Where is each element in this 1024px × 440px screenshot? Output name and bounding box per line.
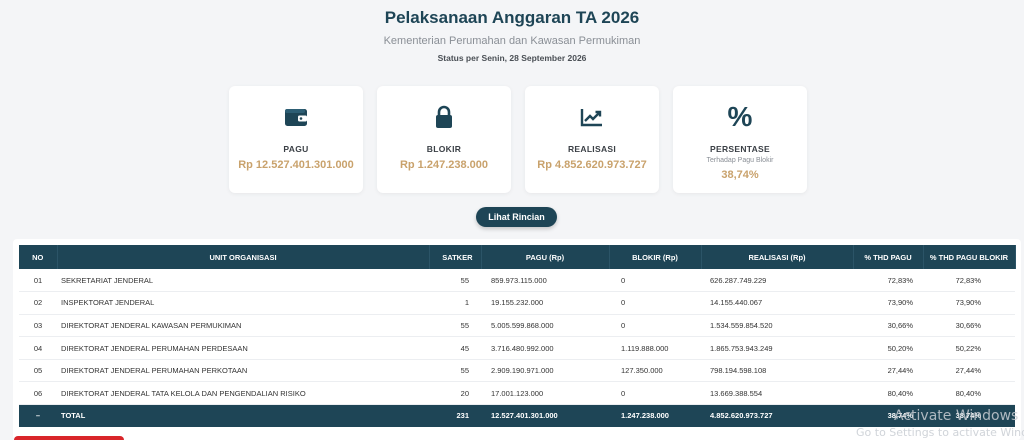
- cell-unit: SEKRETARIAT JENDERAL: [57, 269, 429, 293]
- chart-line-icon: [580, 104, 604, 130]
- cell-pagu: 5.005.599.868.000: [481, 314, 609, 338]
- cell-pct-pagu: 72,83%: [853, 269, 923, 293]
- cell-pct-pagu: 30,66%: [853, 314, 923, 338]
- table-row[interactable]: 03 DIREKTORAT JENDERAL KAWASAN PERMUKIMAN…: [19, 314, 1015, 338]
- header-pct-pagu[interactable]: % THD PAGU: [853, 245, 924, 269]
- wallet-icon: [284, 104, 308, 130]
- cell-pct-pagu-blokir: 80,40%: [923, 381, 1015, 406]
- header-pagu[interactable]: PAGU (Rp): [481, 245, 610, 269]
- total-label: TOTAL: [57, 404, 429, 427]
- card-value: Rp 4.852.620.973.727: [537, 159, 647, 171]
- table-header-row: NO UNIT ORGANISASI SATKER PAGU (Rp) BLOK…: [19, 245, 1016, 269]
- cell-pct-pagu: 73,90%: [853, 291, 923, 315]
- header-no[interactable]: NO: [19, 245, 58, 269]
- cell-blokir: 1.119.888.000: [609, 336, 701, 360]
- card-realisasi: REALISASI Rp 4.852.620.973.727: [525, 86, 659, 193]
- cell-no: 01: [19, 269, 57, 293]
- total-realisasi: 4.852.620.973.727: [701, 404, 853, 427]
- header-realisasi[interactable]: REALISASI (Rp): [701, 245, 854, 269]
- summary-cards: PAGU Rp 12.527.401.301.000 BLOKIR Rp 1.2…: [229, 86, 807, 193]
- cell-pagu: 2.909.190.971.000: [481, 359, 609, 383]
- cell-pct-pagu-blokir: 72,83%: [923, 269, 1015, 293]
- card-blokir: BLOKIR Rp 1.247.238.000: [377, 86, 511, 193]
- cell-pct-pagu-blokir: 50,22%: [923, 336, 1015, 360]
- cell-no: 03: [19, 314, 57, 338]
- card-pagu: PAGU Rp 12.527.401.301.000: [229, 86, 363, 193]
- total-blokir: 1.247.238.000: [609, 404, 701, 427]
- card-persentase: % PERSENTASE Terhadap Pagu Blokir 38,74%: [673, 86, 807, 193]
- header-unit[interactable]: UNIT ORGANISASI: [57, 245, 430, 269]
- cell-blokir: 0: [609, 314, 701, 338]
- card-sublabel: Terhadap Pagu Blokir: [706, 157, 774, 164]
- budget-table-panel: NO UNIT ORGANISASI SATKER PAGU (Rp) BLOK…: [13, 239, 1021, 440]
- cell-pct-pagu-blokir: 27,44%: [923, 359, 1015, 383]
- cell-unit: DIREKTORAT JENDERAL TATA KELOLA DAN PENG…: [57, 381, 429, 406]
- cell-blokir: 0: [609, 269, 701, 293]
- cell-blokir: 0: [609, 291, 701, 315]
- cell-unit: DIREKTORAT JENDERAL PERUMAHAN PERKOTAAN: [57, 359, 429, 383]
- card-value: Rp 12.527.401.301.000: [238, 159, 354, 171]
- cell-realisasi: 626.287.749.229: [701, 269, 853, 293]
- cell-pagu: 3.716.480.992.000: [481, 336, 609, 360]
- total-satker: 231: [429, 404, 481, 427]
- card-label: PAGU: [283, 144, 309, 154]
- cell-pct-pagu: 50,20%: [853, 336, 923, 360]
- table-row[interactable]: 05 DIREKTORAT JENDERAL PERUMAHAN PERKOTAA…: [19, 359, 1015, 383]
- card-value: 38,74%: [721, 169, 759, 181]
- cell-pagu: 859.973.115.000: [481, 269, 609, 293]
- percent-icon: %: [727, 101, 753, 132]
- cell-satker: 20: [429, 381, 481, 406]
- cell-no: 05: [19, 359, 57, 383]
- cell-pct-pagu-blokir: 73,90%: [923, 291, 1015, 315]
- cell-realisasi: 798.194.598.108: [701, 359, 853, 383]
- cell-satker: 45: [429, 336, 481, 360]
- card-label: BLOKIR: [426, 144, 462, 154]
- cell-no: 02: [19, 291, 57, 315]
- table-row[interactable]: 06 DIREKTORAT JENDERAL TATA KELOLA DAN PE…: [19, 381, 1015, 406]
- status-date: Status per Senin, 28 September 2026: [437, 53, 587, 63]
- page-header: Pelaksanaan Anggaran TA 2026 Kementerian…: [0, 0, 1024, 63]
- cell-realisasi: 1.534.559.854.520: [701, 314, 853, 338]
- table-row[interactable]: 04 DIREKTORAT JENDERAL PERUMAHAN PERDESAA…: [19, 336, 1015, 360]
- cell-pct-pagu-blokir: 30,66%: [923, 314, 1015, 338]
- total-pagu: 12.527.401.301.000: [481, 404, 609, 427]
- cell-pct-pagu: 80,40%: [853, 381, 923, 406]
- card-label: REALISASI: [567, 144, 617, 154]
- page-title: Pelaksanaan Anggaran TA 2026: [384, 8, 640, 27]
- cell-pagu: 17.001.123.000: [481, 381, 609, 406]
- card-value: Rp 1.247.238.000: [399, 159, 489, 171]
- header-blokir[interactable]: BLOKIR (Rp): [609, 245, 702, 269]
- page-subtitle: Kementerian Perumahan dan Kawasan Permuk…: [383, 35, 641, 47]
- red-tab-indicator: [14, 436, 124, 440]
- total-no: –: [19, 404, 57, 427]
- header-pct-pagu-blokir[interactable]: % THD PAGU BLOKIR: [923, 245, 1016, 269]
- cell-pct-pagu: 27,44%: [853, 359, 923, 383]
- cell-satker: 1: [429, 291, 481, 315]
- cell-blokir: 127.350.000: [609, 359, 701, 383]
- cell-satker: 55: [429, 314, 481, 338]
- cell-blokir: 0: [609, 381, 701, 406]
- total-pct-pagu-blokir: 38,74%: [923, 404, 1015, 427]
- table-body: 01 SEKRETARIAT JENDERAL 55 859.973.115.000 0…: [19, 269, 1015, 406]
- cell-pagu: 19.155.232.000: [481, 291, 609, 315]
- cell-unit: INSPEKTORAT JENDERAL: [57, 291, 429, 315]
- cell-realisasi: 14.155.440.067: [701, 291, 853, 315]
- cell-no: 06: [19, 381, 57, 406]
- cell-no: 04: [19, 336, 57, 360]
- budget-table: NO UNIT ORGANISASI SATKER PAGU (Rp) BLOK…: [19, 245, 1016, 427]
- table-row[interactable]: 01 SEKRETARIAT JENDERAL 55 859.973.115.000 0…: [19, 269, 1015, 293]
- lihat-rincian-button[interactable]: Lihat Rincian: [476, 207, 557, 227]
- card-label: PERSENTASE: [710, 144, 770, 154]
- cell-unit: DIREKTORAT JENDERAL PERUMAHAN PERDESAAN: [57, 336, 429, 360]
- lock-icon: [434, 104, 454, 130]
- cell-realisasi: 1.865.753.943.249: [701, 336, 853, 360]
- cell-realisasi: 13.669.388.554: [701, 381, 853, 406]
- header-satker[interactable]: SATKER: [429, 245, 482, 269]
- table-total-row: – TOTAL 231 12.527.401.301.000 1.247.238…: [19, 404, 1015, 427]
- table-row[interactable]: 02 INSPEKTORAT JENDERAL 1 19.155.232.000 0 14…: [19, 291, 1015, 315]
- total-pct-pagu: 38,74%: [853, 404, 923, 427]
- cell-satker: 55: [429, 269, 481, 293]
- cell-satker: 55: [429, 359, 481, 383]
- cell-unit: DIREKTORAT JENDERAL KAWASAN PERMUKIMAN: [57, 314, 429, 338]
